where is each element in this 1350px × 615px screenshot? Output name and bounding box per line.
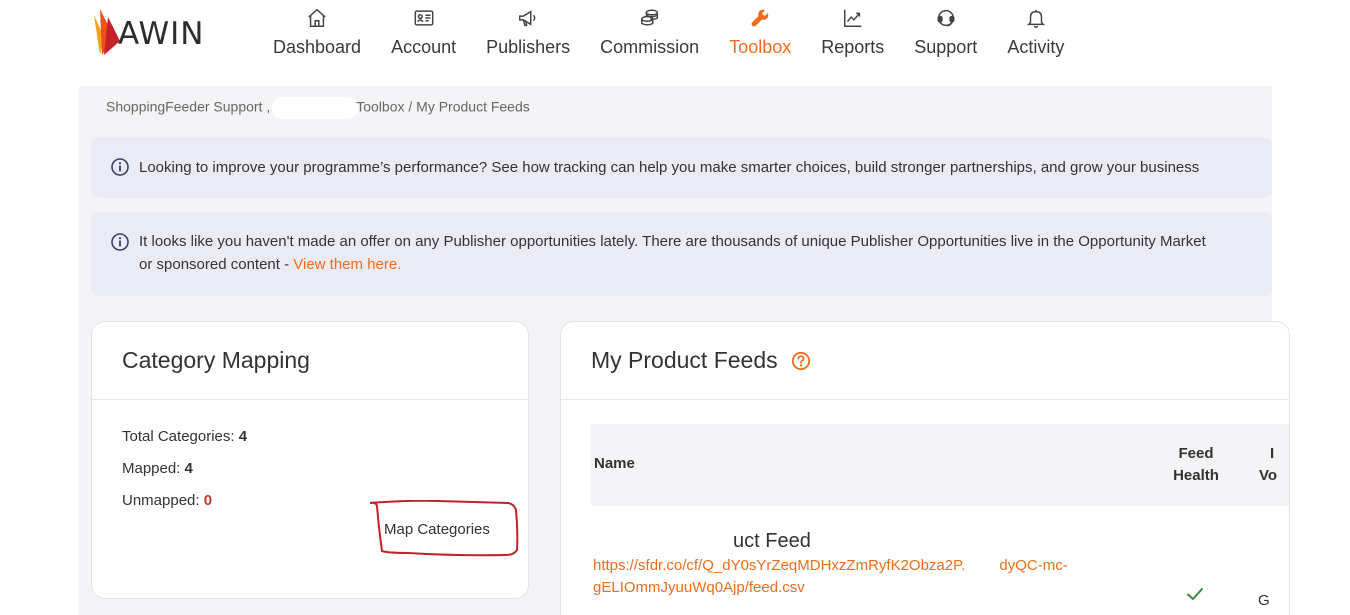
category-mapping-title: Category Mapping bbox=[122, 347, 310, 373]
column-feed-health-line1: Feed bbox=[1178, 445, 1214, 462]
megaphone-icon bbox=[517, 0, 539, 32]
nav-dashboard[interactable]: Dashboard bbox=[258, 0, 376, 58]
product-feeds-header: My Product Feeds bbox=[561, 322, 1289, 400]
nav-activity-label: Activity bbox=[1007, 37, 1065, 57]
column-feed-health-line2: Health bbox=[1173, 467, 1219, 484]
view-opportunities-link[interactable]: View them here. bbox=[293, 256, 401, 273]
truncated-cell-value: G bbox=[1258, 592, 1270, 609]
feed-name[interactable]: uct Feed bbox=[733, 530, 811, 553]
nav-support[interactable]: Support bbox=[899, 0, 992, 58]
category-mapping-card: Category Mapping Total Categories: 4 Map… bbox=[91, 321, 529, 599]
unmapped-value: 0 bbox=[203, 492, 213, 509]
feed-url-part3: gELIOmmJyuuWq0Ajp/feed.csv bbox=[593, 579, 805, 596]
nav-publishers-label: Publishers bbox=[486, 37, 571, 57]
mapped-stat: Mapped: 4 bbox=[122, 460, 528, 492]
product-feeds-card: My Product Feeds Name Feed Health I Vo u… bbox=[560, 321, 1290, 615]
column-truncated-line1: I bbox=[1270, 445, 1275, 462]
nav-account-label: Account bbox=[391, 37, 457, 57]
nav-publishers[interactable]: Publishers bbox=[471, 0, 585, 58]
top-navigation-bar: AWIN Dashboard Account Publishers Commis… bbox=[0, 0, 1350, 86]
help-icon[interactable] bbox=[791, 351, 811, 371]
main-nav: Dashboard Account Publishers Commission bbox=[258, 0, 1079, 58]
total-categories-stat: Total Categories: 4 bbox=[122, 428, 528, 460]
tracking-notice: Looking to improve your programme’s perf… bbox=[91, 137, 1272, 198]
nav-support-label: Support bbox=[914, 37, 978, 57]
wrench-icon bbox=[749, 0, 771, 32]
coins-icon bbox=[639, 0, 661, 32]
redacted-area bbox=[272, 97, 359, 119]
id-card-icon bbox=[413, 0, 435, 32]
chart-line-icon bbox=[842, 0, 864, 32]
headset-icon bbox=[935, 0, 957, 32]
column-name[interactable]: Name bbox=[594, 455, 635, 472]
nav-reports-label: Reports bbox=[821, 37, 885, 57]
nav-reports[interactable]: Reports bbox=[806, 0, 899, 58]
column-truncated[interactable]: I Vo bbox=[1259, 443, 1277, 487]
total-categories-value: 4 bbox=[238, 428, 248, 445]
total-categories-label: Total Categories: bbox=[122, 428, 235, 445]
main-content: ShoppingFeeder Support , Toolbox / My Pro… bbox=[79, 86, 1290, 615]
breadcrumb: ShoppingFeeder Support , Toolbox / My Pro… bbox=[106, 97, 530, 119]
red-annotation-outline bbox=[369, 500, 519, 557]
opportunity-notice-line2: or sponsored content - bbox=[139, 256, 294, 273]
info-icon bbox=[111, 233, 129, 251]
feed-url-part2: dyQC-mc- bbox=[999, 557, 1068, 574]
opportunity-notice-line1: It looks like you haven't made an offer … bbox=[139, 233, 1206, 250]
mapped-value: 4 bbox=[184, 460, 193, 477]
awin-logo[interactable]: AWIN bbox=[90, 6, 205, 58]
mapped-label: Mapped: bbox=[122, 460, 181, 477]
column-truncated-line2: Vo bbox=[1259, 467, 1278, 484]
tracking-notice-text: Looking to improve your programme’s perf… bbox=[139, 159, 1200, 176]
feed-url-part1: https://sfdr.co/cf/Q_dY0sYrZeqMDHxzZmRyf… bbox=[593, 557, 966, 574]
opportunity-notice-text: It looks like you haven't made an offer … bbox=[139, 230, 1206, 276]
feeds-table-header: Name Feed Health I Vo bbox=[591, 424, 1289, 506]
category-mapping-header: Category Mapping bbox=[92, 322, 528, 400]
nav-activity[interactable]: Activity bbox=[992, 0, 1079, 58]
info-icon bbox=[111, 158, 129, 176]
awin-wordmark: AWIN bbox=[118, 16, 205, 52]
bell-icon bbox=[1025, 0, 1047, 32]
redacted-area bbox=[965, 558, 1000, 575]
column-feed-health[interactable]: Feed Health bbox=[1156, 443, 1236, 487]
nav-account[interactable]: Account bbox=[376, 0, 471, 58]
page: AWIN Dashboard Account Publishers Commis… bbox=[0, 0, 1350, 615]
nav-commission[interactable]: Commission bbox=[585, 0, 714, 58]
nav-toolbox-label: Toolbox bbox=[729, 37, 792, 57]
breadcrumb-current[interactable]: Toolbox / My Product Feeds bbox=[356, 99, 530, 115]
nav-commission-label: Commission bbox=[600, 37, 700, 57]
unmapped-label: Unmapped: bbox=[122, 492, 200, 509]
opportunity-notice: It looks like you haven't made an offer … bbox=[91, 212, 1272, 296]
checkmark-icon bbox=[1187, 588, 1203, 600]
redacted-area bbox=[591, 527, 731, 557]
feed-url-link[interactable]: https://sfdr.co/cf/Q_dY0sYrZeqMDHxzZmRyf… bbox=[593, 555, 1133, 599]
nav-dashboard-label: Dashboard bbox=[273, 37, 362, 57]
breadcrumb-account[interactable]: ShoppingFeeder Support , bbox=[106, 99, 270, 115]
nav-toolbox[interactable]: Toolbox bbox=[714, 0, 806, 58]
product-feeds-title: My Product Feeds bbox=[591, 347, 778, 373]
home-icon bbox=[306, 0, 328, 32]
